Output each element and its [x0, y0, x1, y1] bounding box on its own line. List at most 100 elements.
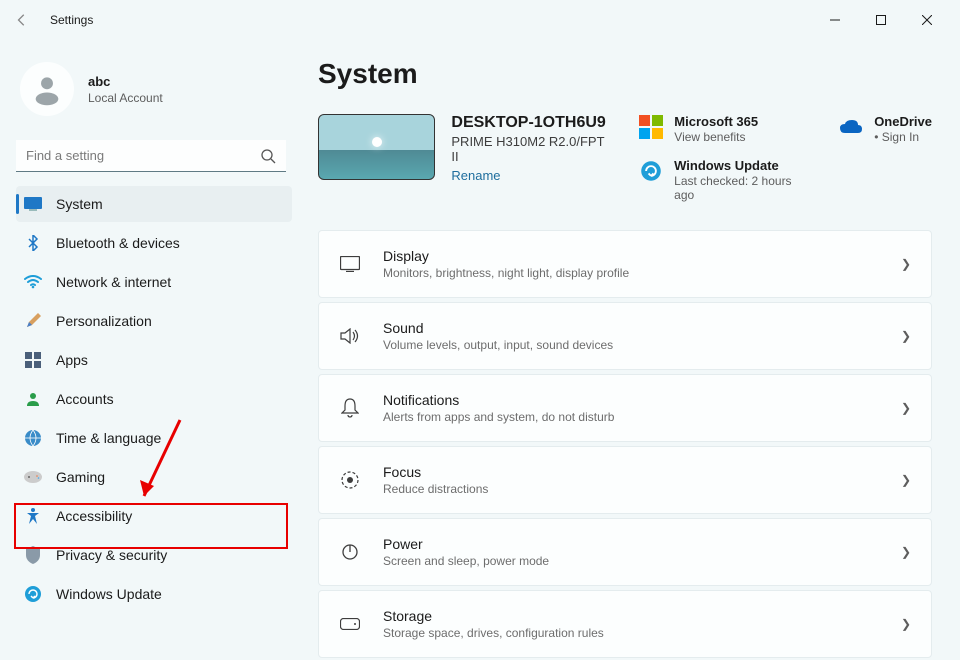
- nav-item-update[interactable]: Windows Update: [16, 576, 292, 612]
- bluetooth-icon: [24, 234, 42, 252]
- ms365-info[interactable]: Microsoft 365 View benefits: [638, 114, 814, 144]
- setting-sub: Reduce distractions: [383, 482, 488, 496]
- storage-icon: [339, 613, 361, 635]
- search-box: [16, 140, 286, 172]
- update-title: Windows Update: [674, 158, 814, 173]
- setting-sub: Monitors, brightness, night light, displ…: [383, 266, 629, 280]
- profile-section[interactable]: abc Local Account: [16, 50, 292, 134]
- device-name: DESKTOP-1OTH6U9: [451, 114, 614, 132]
- nav-item-accounts[interactable]: Accounts: [16, 381, 292, 417]
- nav-item-gaming[interactable]: Gaming: [16, 459, 292, 495]
- nav-item-accessibility[interactable]: Accessibility: [16, 498, 292, 534]
- nav-label: Accessibility: [56, 508, 132, 524]
- setting-title: Power: [383, 536, 549, 552]
- chevron-right-icon: ❯: [901, 401, 911, 415]
- power-icon: [339, 541, 361, 563]
- nav-item-personalization[interactable]: Personalization: [16, 303, 292, 339]
- nav-item-bluetooth[interactable]: Bluetooth & devices: [16, 225, 292, 261]
- minimize-button[interactable]: [812, 4, 858, 36]
- onedrive-sub: • Sign In: [874, 130, 932, 144]
- setting-title: Sound: [383, 320, 613, 336]
- shield-icon: [24, 546, 42, 564]
- close-button[interactable]: [904, 4, 950, 36]
- nav-item-system[interactable]: System: [16, 186, 292, 222]
- nav-label: System: [56, 196, 103, 212]
- profile-name: abc: [88, 74, 163, 89]
- setting-title: Display: [383, 248, 629, 264]
- windows-update-info[interactable]: Windows Update Last checked: 2 hours ago: [638, 158, 814, 202]
- header-row: DESKTOP-1OTH6U9 PRIME H310M2 R2.0/FPT II…: [318, 114, 932, 202]
- display-icon: [339, 253, 361, 275]
- nav-label: Personalization: [56, 313, 152, 329]
- nav-label: Network & internet: [56, 274, 171, 290]
- chevron-right-icon: ❯: [901, 329, 911, 343]
- onedrive-title: OneDrive: [874, 114, 932, 129]
- search-input[interactable]: [16, 140, 286, 172]
- chevron-right-icon: ❯: [901, 545, 911, 559]
- ms365-sub: View benefits: [674, 130, 758, 144]
- nav-label: Windows Update: [56, 586, 162, 602]
- wifi-icon: [24, 273, 42, 291]
- nav-label: Accounts: [56, 391, 114, 407]
- nav-list: System Bluetooth & devices Network & int…: [16, 186, 292, 612]
- back-arrow-icon: [15, 13, 29, 27]
- setting-sub: Volume levels, output, input, sound devi…: [383, 338, 613, 352]
- onedrive-info[interactable]: OneDrive • Sign In: [838, 114, 932, 144]
- close-icon: [922, 15, 932, 25]
- person-icon: [24, 390, 42, 408]
- profile-type: Local Account: [88, 91, 163, 105]
- info-column-left: Microsoft 365 View benefits Windows Upda…: [638, 114, 814, 202]
- titlebar: Settings: [0, 0, 960, 40]
- gamepad-icon: [24, 468, 42, 486]
- maximize-button[interactable]: [858, 4, 904, 36]
- main-content: System DESKTOP-1OTH6U9 PRIME H310M2 R2.0…: [300, 40, 960, 660]
- window-controls: [812, 4, 950, 36]
- update-sub: Last checked: 2 hours ago: [674, 174, 814, 202]
- setting-title: Focus: [383, 464, 488, 480]
- chevron-right-icon: ❯: [901, 617, 911, 631]
- nav-label: Time & language: [56, 430, 161, 446]
- device-wallpaper-thumb[interactable]: [318, 114, 435, 180]
- accessibility-icon: [24, 507, 42, 525]
- settings-list: Display Monitors, brightness, night light…: [318, 230, 932, 658]
- device-card: DESKTOP-1OTH6U9 PRIME H310M2 R2.0/FPT II…: [318, 114, 614, 183]
- update-icon: [24, 585, 42, 603]
- person-icon: [30, 72, 64, 106]
- apps-icon: [24, 351, 42, 369]
- setting-sub: Screen and sleep, power mode: [383, 554, 549, 568]
- setting-sound[interactable]: Sound Volume levels, output, input, sound…: [318, 302, 932, 370]
- chevron-right-icon: ❯: [901, 473, 911, 487]
- setting-power[interactable]: Power Screen and sleep, power mode ❯: [318, 518, 932, 586]
- nav-item-privacy[interactable]: Privacy & security: [16, 537, 292, 573]
- nav-item-apps[interactable]: Apps: [16, 342, 292, 378]
- setting-title: Storage: [383, 608, 604, 624]
- globe-clock-icon: [24, 429, 42, 447]
- nav-item-time[interactable]: Time & language: [16, 420, 292, 456]
- sound-icon: [339, 325, 361, 347]
- maximize-icon: [876, 15, 886, 25]
- chevron-right-icon: ❯: [901, 257, 911, 271]
- nav-label: Gaming: [56, 469, 105, 485]
- nav-item-network[interactable]: Network & internet: [16, 264, 292, 300]
- paintbrush-icon: [24, 312, 42, 330]
- nav-label: Apps: [56, 352, 88, 368]
- sidebar: abc Local Account System Bluetooth & dev…: [0, 40, 300, 660]
- avatar: [20, 62, 74, 116]
- search-icon: [260, 148, 276, 164]
- minimize-icon: [830, 15, 840, 25]
- nav-label: Privacy & security: [56, 547, 167, 563]
- bell-icon: [339, 397, 361, 419]
- setting-title: Notifications: [383, 392, 614, 408]
- setting-notifications[interactable]: Notifications Alerts from apps and system…: [318, 374, 932, 442]
- setting-sub: Alerts from apps and system, do not dist…: [383, 410, 614, 424]
- back-button[interactable]: [10, 8, 34, 32]
- setting-display[interactable]: Display Monitors, brightness, night light…: [318, 230, 932, 298]
- system-icon: [24, 195, 42, 213]
- rename-link[interactable]: Rename: [451, 168, 614, 183]
- setting-storage[interactable]: Storage Storage space, drives, configurat…: [318, 590, 932, 658]
- ms365-title: Microsoft 365: [674, 114, 758, 129]
- cloud-icon: [838, 114, 864, 140]
- setting-sub: Storage space, drives, configuration rul…: [383, 626, 604, 640]
- setting-focus[interactable]: Focus Reduce distractions ❯: [318, 446, 932, 514]
- focus-icon: [339, 469, 361, 491]
